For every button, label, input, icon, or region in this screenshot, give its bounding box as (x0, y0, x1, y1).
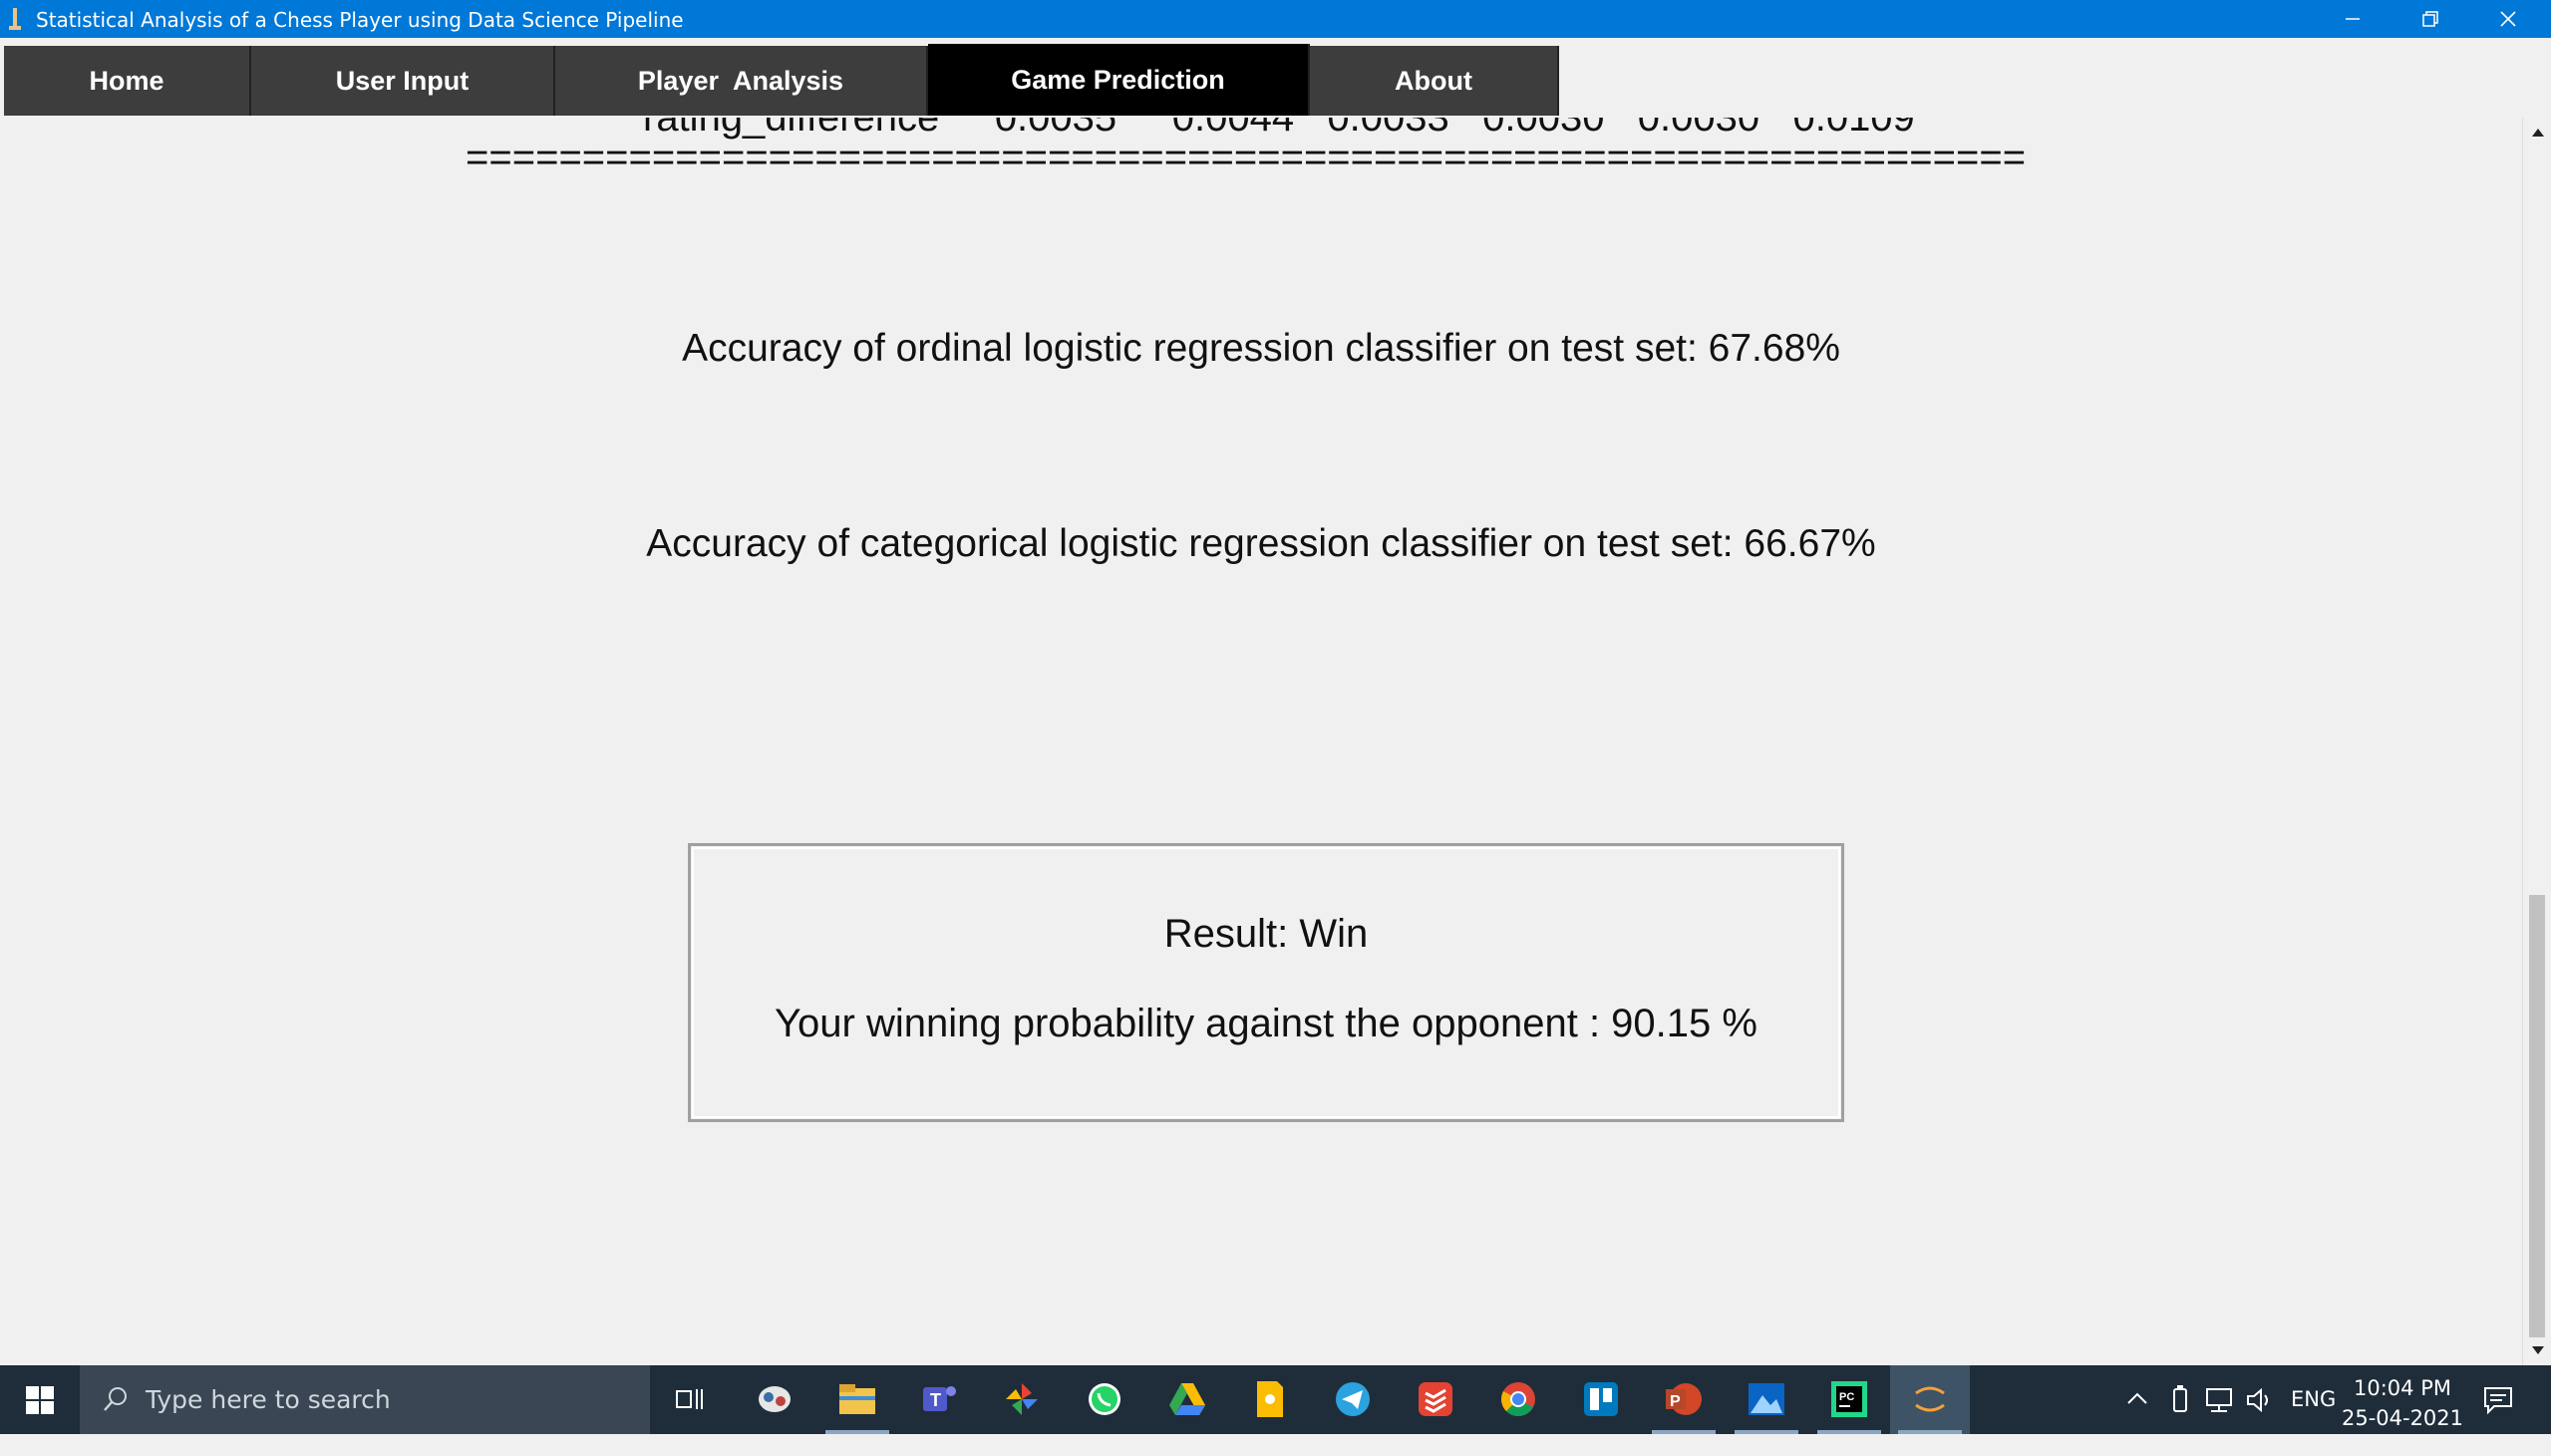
trello-icon[interactable] (1579, 1377, 1623, 1421)
file-explorer-running-indicator (825, 1430, 889, 1434)
tk-app-running-indicator (1898, 1430, 1962, 1434)
language-indicator[interactable]: ENG (2291, 1387, 2336, 1456)
categorical-accuracy-text: Accuracy of categorical logistic regress… (646, 522, 1876, 565)
clock-date: 25-04-2021 (2341, 1406, 2464, 1430)
svg-text:PC: PC (1839, 1391, 1854, 1403)
tk-app-icon[interactable] (1908, 1377, 1952, 1421)
notifications-icon[interactable] (2482, 1385, 2514, 1454)
feather-icon (6, 6, 24, 32)
teams-icon[interactable]: T (917, 1377, 961, 1421)
close-button[interactable] (2470, 0, 2546, 38)
chrome-icon[interactable] (1496, 1377, 1540, 1421)
taskbar-search-box[interactable]: Type here to search (80, 1365, 650, 1434)
separator-line: ========================================… (466, 136, 2027, 179)
start-button[interactable] (0, 1365, 80, 1434)
file-explorer-icon[interactable] (835, 1377, 879, 1421)
network-icon[interactable] (2205, 1385, 2237, 1454)
tab-about[interactable]: About (1310, 46, 1559, 116)
minimize-icon (2346, 18, 2360, 20)
usb-device-icon[interactable] (2168, 1385, 2192, 1454)
tab-home[interactable]: Home (4, 46, 251, 116)
pycharm-icon[interactable]: PC (1827, 1377, 1871, 1421)
keep-icon[interactable] (1248, 1377, 1292, 1421)
telegram-icon[interactable] (1331, 1377, 1375, 1421)
whatsapp-icon[interactable] (1083, 1377, 1126, 1421)
window-title: Statistical Analysis of a Chess Player u… (36, 8, 684, 32)
vertical-scrollbar[interactable] (2522, 118, 2551, 1365)
powerpoint-icon[interactable]: P (1662, 1377, 1706, 1421)
pinwheel-icon[interactable] (1000, 1377, 1044, 1421)
tab-player-analysis[interactable]: Player Analysis (555, 46, 928, 116)
volume-icon[interactable] (2245, 1385, 2275, 1454)
prediction-panel: rating_difference 0.0035 0.0044 0.0033 0… (0, 118, 2522, 1365)
tab-bar: Home User Input Player Analysis Game Pre… (0, 38, 2551, 118)
photos-running-indicator (1735, 1430, 1798, 1434)
photos-icon[interactable] (1745, 1377, 1788, 1421)
scroll-up-button[interactable] (2525, 120, 2550, 145)
triangle-up-icon (2531, 128, 2544, 137)
minimize-button[interactable] (2315, 0, 2391, 38)
winning-probability-text: Your winning probability against the opp… (775, 1002, 1757, 1045)
svg-text:T: T (930, 1390, 941, 1410)
chevron-up-icon[interactable] (2125, 1387, 2149, 1456)
restore-button[interactable] (2392, 0, 2468, 38)
todoist-icon[interactable] (1414, 1377, 1457, 1421)
result-box: Result: Win Your winning probability aga… (688, 843, 1844, 1122)
tab-game-prediction[interactable]: Game Prediction (928, 44, 1310, 116)
window-titlebar: Statistical Analysis of a Chess Player u… (0, 0, 2551, 38)
clock-time: 10:04 PM (2354, 1376, 2451, 1400)
search-icon (102, 1385, 130, 1419)
clock[interactable]: 10:04 PM 25-04-2021 (2333, 1373, 2472, 1433)
google-drive-icon[interactable] (1165, 1377, 1209, 1421)
close-icon (2500, 11, 2516, 27)
task-view-icon[interactable] (668, 1377, 712, 1421)
snip-icon[interactable] (753, 1377, 797, 1421)
tab-user-input[interactable]: User Input (251, 46, 555, 116)
triangle-down-icon (2531, 1345, 2544, 1354)
powerpoint-running-indicator (1652, 1430, 1716, 1434)
scroll-down-button[interactable] (2525, 1337, 2550, 1362)
ordinal-accuracy-text: Accuracy of ordinal logistic regression … (682, 327, 1840, 370)
svg-text:P: P (1670, 1393, 1681, 1410)
windows-icon (26, 1385, 54, 1414)
restore-icon (2422, 11, 2438, 27)
pycharm-running-indicator (1817, 1430, 1881, 1434)
search-placeholder: Type here to search (146, 1385, 391, 1414)
scrollbar-thumb[interactable] (2529, 895, 2545, 1353)
taskbar: Type here to search T P PC ENG 10:04 PM … (0, 1365, 2551, 1434)
result-text: Result: Win (1163, 912, 1369, 956)
